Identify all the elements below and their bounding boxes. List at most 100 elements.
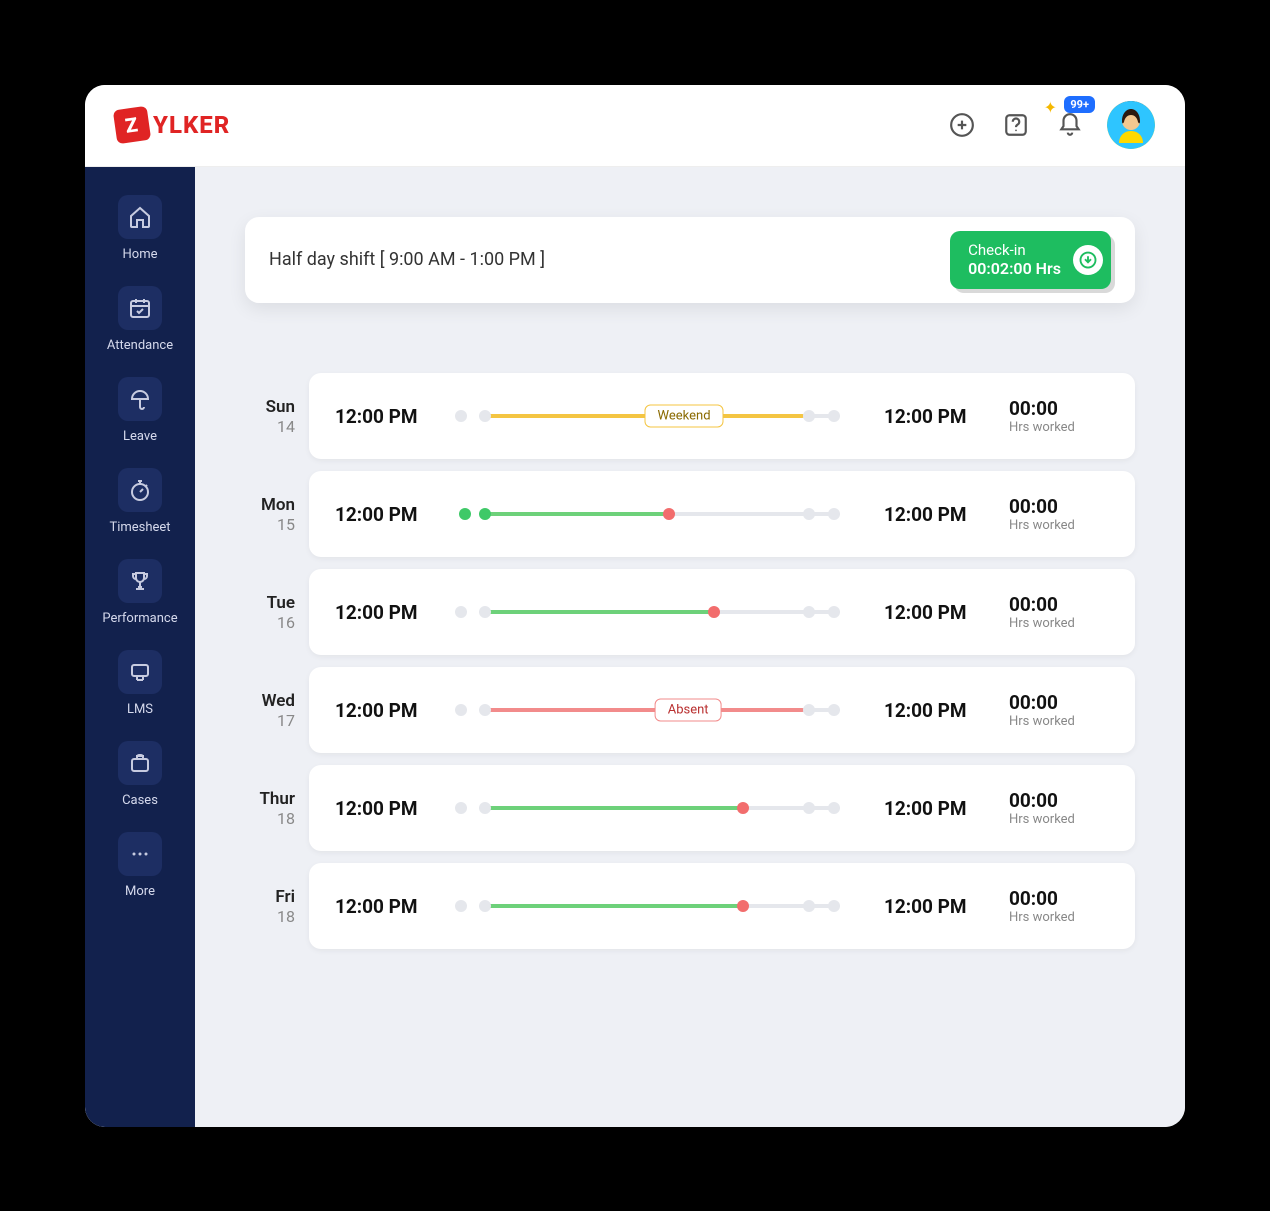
hours-label: Hrs worked — [1009, 910, 1109, 925]
day-name: Fri — [245, 887, 295, 907]
notifications-button[interactable]: ✦ 99+ — [1053, 108, 1087, 142]
sidebar-item-attendance[interactable]: Attendance — [85, 286, 195, 353]
notifications-badge: 99+ — [1064, 96, 1095, 113]
day-row: Wed 17 12:00 PM Absent — [245, 667, 1135, 753]
help-icon — [1003, 112, 1029, 138]
sidebar-item-label: More — [125, 884, 155, 899]
day-number: 18 — [245, 907, 295, 926]
day-date: Tue 16 — [245, 593, 295, 632]
end-time: 12:00 PM — [884, 699, 989, 722]
sidebar-item-label: Timesheet — [109, 520, 170, 535]
day-name: Thur — [245, 789, 295, 809]
brand-logo[interactable]: Z YLKER — [115, 108, 230, 142]
timeline: Weekend — [455, 404, 864, 428]
sidebar: Home Attendance Leave Timesheet Performa… — [85, 167, 195, 1127]
hours-label: Hrs worked — [1009, 420, 1109, 435]
avatar-icon — [1107, 101, 1155, 149]
topbar-actions: ✦ 99+ — [945, 101, 1155, 149]
sidebar-item-label: Performance — [102, 611, 177, 626]
day-name: Sun — [245, 397, 295, 417]
checkin-action-icon — [1073, 245, 1103, 275]
day-card[interactable]: 12:00 PM 12:00 PM 00:00 — [309, 863, 1135, 949]
day-card[interactable]: 12:00 PM 12:00 PM 00:00 — [309, 569, 1135, 655]
day-row: Fri 18 12:00 PM — [245, 863, 1135, 949]
trophy-icon — [128, 569, 152, 593]
sidebar-item-lms[interactable]: LMS — [85, 650, 195, 717]
sidebar-item-label: Home — [123, 247, 158, 262]
start-time: 12:00 PM — [335, 895, 435, 918]
end-time: 12:00 PM — [884, 601, 989, 624]
hours-value: 00:00 — [1009, 691, 1109, 714]
calendar-check-icon — [128, 296, 152, 320]
sidebar-item-leave[interactable]: Leave — [85, 377, 195, 444]
status-badge: Absent — [655, 699, 722, 722]
checkin-time: 00:02:00 Hrs — [968, 259, 1061, 279]
sidebar-item-timesheet[interactable]: Timesheet — [85, 468, 195, 535]
sidebar-item-cases[interactable]: Cases — [85, 741, 195, 808]
sidebar-item-label: LMS — [127, 702, 153, 717]
download-circle-icon — [1079, 251, 1097, 269]
day-date: Thur 18 — [245, 789, 295, 828]
timeline — [455, 894, 864, 918]
sidebar-item-label: Attendance — [107, 338, 173, 353]
day-number: 18 — [245, 809, 295, 828]
day-number: 17 — [245, 711, 295, 730]
timeline: Absent — [455, 698, 864, 722]
day-card[interactable]: 12:00 PM 12:00 PM 00:00 — [309, 471, 1135, 557]
day-date: Sun 14 — [245, 397, 295, 436]
day-date: Wed 17 — [245, 691, 295, 730]
plus-circle-icon — [949, 112, 975, 138]
umbrella-icon — [128, 387, 152, 411]
end-time: 12:00 PM — [884, 503, 989, 526]
hours-value: 00:00 — [1009, 397, 1109, 420]
day-number: 14 — [245, 417, 295, 436]
timeline — [455, 796, 864, 820]
day-card[interactable]: 12:00 PM Absent 12:00 PM 00:00 — [309, 667, 1135, 753]
end-time: 12:00 PM — [884, 405, 989, 428]
more-icon — [128, 842, 152, 866]
top-bar: Z YLKER ✦ 99+ — [85, 85, 1185, 167]
app-window: Z YLKER ✦ 99+ — [85, 85, 1185, 1127]
hours-value: 00:00 — [1009, 593, 1109, 616]
day-list: Sun 14 12:00 PM Weekend — [245, 373, 1135, 949]
day-row: Tue 16 12:00 PM — [245, 569, 1135, 655]
brand-mark: Z — [113, 106, 151, 144]
sidebar-item-label: Cases — [122, 793, 158, 808]
add-button[interactable] — [945, 108, 979, 142]
start-time: 12:00 PM — [335, 601, 435, 624]
sidebar-item-more[interactable]: More — [85, 832, 195, 899]
shift-bar: Half day shift [ 9:00 AM - 1:00 PM ] Che… — [245, 217, 1135, 304]
sidebar-item-performance[interactable]: Performance — [85, 559, 195, 626]
checkin-button[interactable]: Check-in 00:02:00 Hrs — [950, 231, 1111, 290]
brand-name: YLKER — [153, 111, 230, 139]
hours-label: Hrs worked — [1009, 518, 1109, 533]
start-time: 12:00 PM — [335, 699, 435, 722]
hours-block: 00:00 Hrs worked — [1009, 593, 1109, 631]
day-row: Sun 14 12:00 PM Weekend — [245, 373, 1135, 459]
day-card[interactable]: 12:00 PM Weekend 12:00 PM 00:00 — [309, 373, 1135, 459]
start-time: 12:00 PM — [335, 797, 435, 820]
day-date: Mon 15 — [245, 495, 295, 534]
timeline — [455, 502, 864, 526]
home-icon — [128, 205, 152, 229]
briefcase-icon — [128, 751, 152, 775]
hours-label: Hrs worked — [1009, 714, 1109, 729]
day-name: Tue — [245, 593, 295, 613]
hours-value: 00:00 — [1009, 495, 1109, 518]
hours-block: 00:00 Hrs worked — [1009, 397, 1109, 435]
bell-icon — [1057, 112, 1083, 138]
user-avatar[interactable] — [1107, 101, 1155, 149]
hours-label: Hrs worked — [1009, 616, 1109, 631]
hours-block: 00:00 Hrs worked — [1009, 691, 1109, 729]
content-area: Half day shift [ 9:00 AM - 1:00 PM ] Che… — [195, 167, 1185, 1127]
main-layout: Home Attendance Leave Timesheet Performa… — [85, 167, 1185, 1127]
day-card[interactable]: 12:00 PM 12:00 PM 00:00 — [309, 765, 1135, 851]
day-number: 15 — [245, 515, 295, 534]
day-name: Mon — [245, 495, 295, 515]
start-time: 12:00 PM — [335, 405, 435, 428]
day-row: Mon 15 12:00 PM — [245, 471, 1135, 557]
hours-block: 00:00 Hrs worked — [1009, 789, 1109, 827]
sidebar-item-home[interactable]: Home — [85, 195, 195, 262]
checkin-label: Check-in — [968, 241, 1061, 260]
help-button[interactable] — [999, 108, 1033, 142]
